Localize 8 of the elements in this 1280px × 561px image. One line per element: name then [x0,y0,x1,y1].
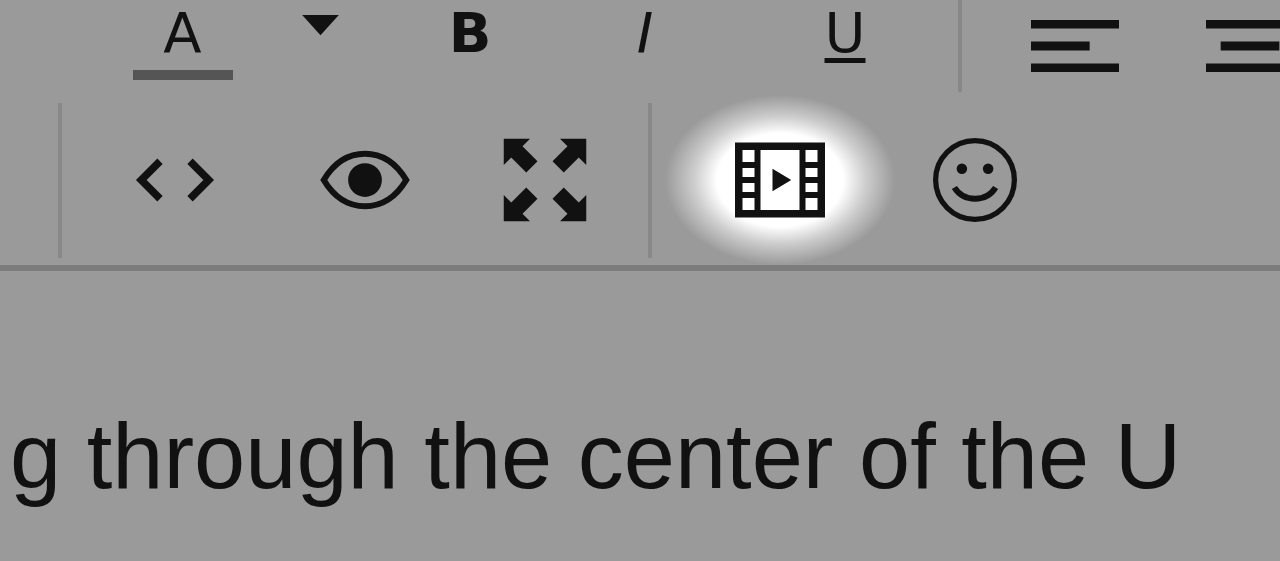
text-line: g through the center of the U [10,404,1182,509]
align-left-icon [1031,20,1119,72]
font-color-button[interactable]: A [120,0,245,88]
underline-button[interactable]: U [745,0,945,88]
bold-button[interactable]: B [395,0,545,88]
smiley-icon [930,135,1020,225]
italic-button[interactable]: I [545,0,745,88]
align-center-icon [1206,20,1280,72]
